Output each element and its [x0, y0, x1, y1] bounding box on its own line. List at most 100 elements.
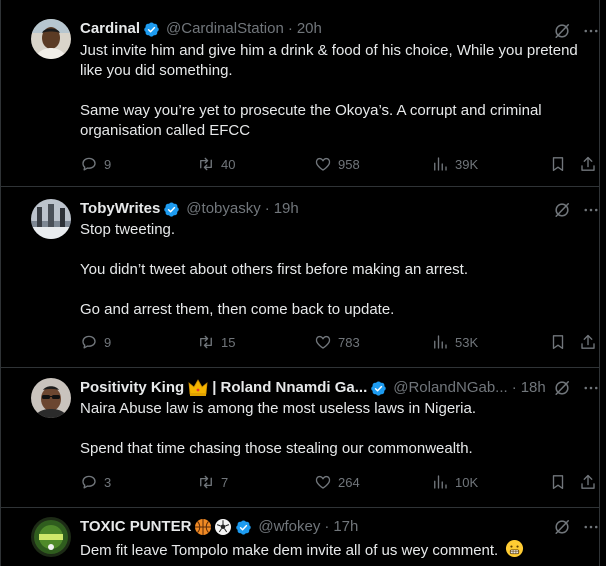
tweet-card[interactable]: TobyWrites @tobyasky · 19h Stop tweeting… [1, 187, 599, 368]
user-handle[interactable]: @tobyasky [186, 199, 260, 219]
like-button[interactable]: 958 [314, 154, 360, 174]
repost-icon [197, 473, 215, 491]
user-handle[interactable]: @wfokey [258, 517, 320, 537]
views-button[interactable]: 53K [431, 332, 478, 352]
like-count: 783 [338, 334, 360, 350]
tweet-header: Positivity King | Roland Nnamdi Ga... @R… [80, 378, 546, 398]
tweet-header: Cardinal @CardinalStation · 20h [80, 19, 322, 39]
like-count: 264 [338, 474, 360, 490]
reply-icon [80, 155, 98, 173]
user-handle[interactable]: @RolandNGab... [393, 378, 507, 398]
timestamp[interactable]: 17h [333, 517, 358, 537]
reply-icon [80, 333, 98, 351]
avatar[interactable] [31, 378, 71, 418]
grok-icon[interactable] [552, 200, 572, 220]
views-button[interactable]: 39K [431, 154, 478, 174]
reply-icon [80, 473, 98, 491]
share-button[interactable] [579, 332, 597, 352]
tweet-paragraph-text: Dem fit leave Tompolo make dem invite al… [80, 542, 499, 559]
repost-count: 7 [221, 474, 229, 490]
tweet-paragraph: Same way you’re yet to prosecute the Oko… [80, 102, 542, 139]
grok-icon[interactable] [552, 517, 572, 537]
display-name[interactable]: Cardinal [80, 19, 140, 39]
share-button[interactable] [579, 472, 597, 492]
grok-icon[interactable] [552, 378, 572, 398]
like-button[interactable]: 264 [314, 472, 360, 492]
grok-icon[interactable] [552, 21, 572, 41]
share-icon [579, 155, 597, 173]
verified-badge-icon [143, 21, 160, 38]
views-count: 53K [455, 334, 479, 350]
separator-dot: · [324, 518, 330, 535]
views-icon [431, 473, 449, 491]
repost-count: 15 [221, 334, 236, 350]
views-icon [431, 155, 449, 173]
separator-dot: · [511, 379, 517, 396]
bookmark-button[interactable] [549, 154, 567, 174]
bookmark-icon [549, 155, 567, 173]
reply-count: 9 [104, 334, 112, 350]
avatar[interactable] [31, 19, 71, 59]
verified-badge-icon [163, 201, 180, 218]
reply-count: 9 [104, 156, 112, 172]
timestamp[interactable]: 18h [521, 378, 546, 398]
like-icon [314, 333, 332, 351]
grimacing-face-emoji-icon [506, 539, 524, 558]
share-button[interactable] [579, 154, 597, 174]
soccer-ball-emoji-icon [215, 519, 232, 535]
more-options-icon[interactable] [582, 21, 600, 41]
more-options-icon[interactable] [582, 378, 600, 398]
tweet-text: Dem fit leave Tompolo make dem invite al… [80, 539, 590, 561]
verified-badge-icon [235, 519, 252, 536]
verified-badge-icon [370, 380, 387, 397]
repost-button[interactable]: 15 [197, 332, 235, 352]
reply-count: 3 [104, 474, 112, 490]
display-name[interactable]: TobyWrites [80, 199, 160, 219]
tweet-text: Just invite him and give him a drink & f… [80, 41, 590, 141]
tweet-text: Stop tweeting. You didn’t tweet about ot… [80, 220, 590, 320]
separator-dot: · [287, 20, 293, 37]
reply-button[interactable]: 9 [80, 154, 111, 174]
separator-dot: · [264, 200, 270, 217]
more-options-icon[interactable] [582, 200, 600, 220]
repost-button[interactable]: 7 [197, 472, 228, 492]
tweet-paragraph: You didn’t tweet about others first befo… [80, 261, 469, 278]
tweet-card[interactable]: TOXIC PUNTER @wfokey · 17h Dem fit leave… [1, 508, 599, 566]
avatar[interactable] [31, 517, 71, 557]
repost-icon [197, 155, 215, 173]
repost-button[interactable]: 40 [197, 154, 235, 174]
views-count: 39K [455, 156, 479, 172]
user-handle[interactable]: @CardinalStation [166, 19, 284, 39]
timestamp[interactable]: 20h [297, 19, 322, 39]
tweet-paragraph: Naira Abuse law is among the most useles… [80, 400, 477, 417]
tweet-card[interactable]: Positivity King | Roland Nnamdi Ga... @R… [1, 368, 599, 508]
timeline-feed: Cardinal @CardinalStation · 20h Just inv… [0, 0, 600, 566]
like-icon [314, 155, 332, 173]
tweet-text: Naira Abuse law is among the most useles… [80, 399, 590, 459]
timestamp[interactable]: 19h [274, 199, 299, 219]
crown-emoji-icon [188, 379, 208, 396]
avatar[interactable] [31, 199, 71, 239]
tweet-paragraph: Go and arrest them, then come back to up… [80, 301, 395, 318]
views-icon [431, 333, 449, 351]
display-name[interactable]: TOXIC PUNTER [80, 517, 191, 537]
like-button[interactable]: 783 [314, 332, 360, 352]
tweet-card[interactable]: Cardinal @CardinalStation · 20h Just inv… [1, 0, 599, 187]
bookmark-button[interactable] [549, 332, 567, 352]
repost-count: 40 [221, 156, 236, 172]
views-count: 10K [455, 474, 479, 490]
more-options-icon[interactable] [582, 517, 600, 537]
tweet-paragraph: Just invite him and give him a drink & f… [80, 42, 578, 79]
reply-button[interactable]: 9 [80, 332, 111, 352]
display-name-suffix[interactable]: | Roland Nnamdi Ga... [212, 378, 367, 398]
basketball-emoji-icon [195, 519, 212, 535]
views-button[interactable]: 10K [431, 472, 478, 492]
like-icon [314, 473, 332, 491]
tweet-paragraph: Stop tweeting. [80, 221, 176, 238]
display-name[interactable]: Positivity King [80, 378, 184, 398]
tweet-paragraph: Dem fit leave Tompolo make dem invite al… [80, 539, 590, 561]
bookmark-button[interactable] [549, 472, 567, 492]
share-icon [579, 473, 597, 491]
tweet-header: TOXIC PUNTER @wfokey · 17h [80, 517, 358, 537]
reply-button[interactable]: 3 [80, 472, 111, 492]
